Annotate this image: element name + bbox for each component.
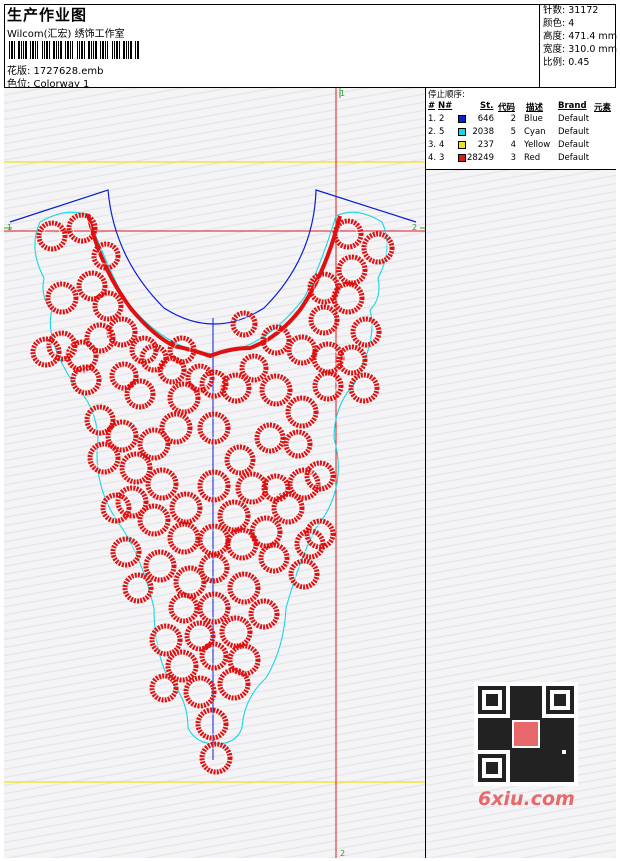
seq-cell-n: 4 [439,140,445,150]
col-header-desc: 描述 [526,103,544,113]
neckline-outline [9,189,417,325]
embroidery-drawing: 1 2 1 2 [4,88,425,858]
seq-cell-stitches: 2038 [472,127,494,137]
seq-cell-code: 2 [510,114,516,124]
seq-cell-code: 4 [510,140,516,150]
design-width: 宽度: 310.0 mm [543,44,617,55]
marker-left: 1 [7,223,12,232]
seq-cell-brand: Default [558,127,590,137]
color-swatch [458,115,466,123]
marker-bottom: 2 [340,849,345,858]
col-header-stitches: St. [480,101,494,111]
seq-cell-stitches: 237 [477,140,494,150]
qr-code-image [474,682,578,786]
seq-cell-n: 5 [439,127,445,137]
color-count: 颜色: 4 [543,18,575,29]
color-swatch [458,154,466,162]
seq-cell-num: 4. [428,153,437,163]
seq-cell-stitches: 28249 [466,153,494,163]
stats-panel: 针数: 31172 颜色: 4 高度: 471.4 mm 宽度: 310.0 m… [540,4,617,88]
col-header-code: 代码 [498,103,516,113]
seq-cell-code: 3 [510,153,516,163]
seq-cell-brand: Default [558,114,590,124]
page-title: 生产作业图 [7,6,88,24]
seq-cell-num: 1. [428,114,437,124]
barcode-image [9,41,139,59]
color-swatch [458,141,466,149]
seq-cell-stitches: 646 [477,114,494,124]
seq-cell-desc: Red [524,153,541,163]
col-header-num: # [428,101,436,111]
seq-cell-brand: Default [558,153,590,163]
seq-cell-num: 3. [428,140,437,150]
header-panel: 生产作业图 Wilcom(汇宏) 绣饰工作室 花版: 1727628.emb 色… [4,4,540,90]
seq-cell-desc: Yellow [524,140,551,150]
seq-cell-brand: Default [558,140,590,150]
marker-right: 2 [412,223,417,232]
seq-cell-n: 3 [439,153,445,163]
seq-cell-desc: Cyan [524,127,546,137]
col-header-n: N# [438,101,453,111]
seq-cell-code: 5 [510,127,516,137]
col-header-brand: Brand [558,101,587,111]
seq-cell-n: 2 [439,114,445,124]
stop-sequence-table: 停止顺序: # N# St. 代码 描述 Brand 元素 1. 2 646 2 Blu… [426,88,616,170]
seq-cell-num: 2. [428,127,437,137]
watermark-text: 6xiu.com [478,788,575,810]
right-panel: 停止顺序: # N# St. 代码 描述 Brand 元素 1. 2 646 2 Blu… [426,88,616,858]
design-height: 高度: 471.4 mm [543,31,617,42]
col-header-element: 元素 [594,103,612,113]
studio-name: Wilcom(汇宏) 绣饰工作室 [7,29,125,40]
design-preview: 1 2 1 2 [4,88,426,858]
stitch-count: 针数: 31172 [543,5,599,16]
marker-top: 1 [340,89,345,98]
stop-sequence-title: 停止顺序: [428,90,465,100]
design-scale: 比例: 0.45 [543,57,590,68]
color-swatch [458,128,466,136]
seq-cell-desc: Blue [524,114,543,124]
